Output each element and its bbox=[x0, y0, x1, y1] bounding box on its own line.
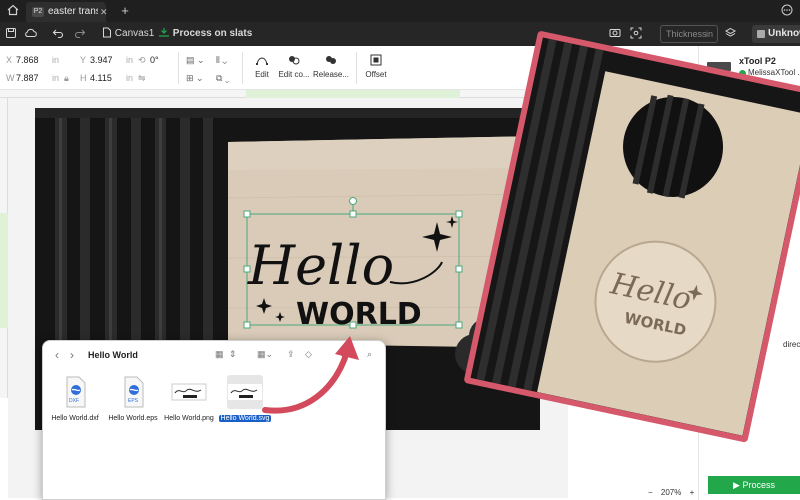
height-input[interactable]: 4.115 bbox=[90, 73, 112, 83]
h-label: H bbox=[80, 73, 87, 83]
file-item-png[interactable]: Hello World.png bbox=[159, 375, 219, 423]
y-unit: in bbox=[126, 55, 134, 65]
curved-arrow-annotation bbox=[262, 336, 359, 414]
align-horizontal-icon[interactable]: ▤ ⌄ bbox=[186, 55, 205, 66]
close-tab-icon[interactable]: ✕ bbox=[100, 2, 108, 22]
h-unit: in bbox=[126, 73, 134, 83]
align-vertical-icon[interactable]: ⫴ ⌄ bbox=[216, 55, 227, 66]
distribute-icon[interactable]: ⊞ ⌄ bbox=[186, 73, 204, 84]
y-label: Y bbox=[80, 55, 87, 65]
view-options-icon[interactable]: ⇕ bbox=[229, 349, 241, 359]
edit-nodes-icon bbox=[256, 57, 268, 65]
lock-ratio-icon[interactable]: 🔒︎ bbox=[64, 73, 69, 84]
release-icon bbox=[326, 56, 336, 64]
release-button[interactable]: Release... bbox=[309, 54, 353, 79]
thickness-unit: in bbox=[705, 29, 713, 39]
tab-badge: P2 bbox=[32, 7, 44, 17]
offset-label: Offset bbox=[365, 70, 387, 79]
y-position-input[interactable]: 3.947 bbox=[90, 55, 113, 65]
tab-bar: P2 easter transf... ✕ + bbox=[0, 0, 800, 22]
edit-contour-label: Edit co... bbox=[278, 70, 310, 79]
contour-icon bbox=[289, 56, 300, 65]
x-label: X bbox=[6, 55, 13, 65]
process-on-slats-label: Process on slats bbox=[172, 28, 253, 39]
thickness-placeholder: Thickness bbox=[666, 29, 707, 39]
back-icon[interactable]: ‹ bbox=[55, 348, 59, 362]
thickness-input[interactable]: Thickness in bbox=[660, 25, 718, 43]
design-world-text: WORLD bbox=[296, 297, 422, 332]
save-icon[interactable] bbox=[5, 27, 17, 44]
view-grid-icon[interactable]: ▦ bbox=[215, 349, 227, 359]
x-unit: in bbox=[52, 55, 60, 65]
rotation-icon: ⟲ bbox=[138, 55, 146, 65]
camera-icon[interactable] bbox=[609, 27, 621, 43]
arrange-icon[interactable]: ⧉ ⌄ bbox=[216, 73, 229, 84]
width-input[interactable]: 7.887 bbox=[16, 73, 39, 83]
app-window: P2 easter transf... ✕ + Canvas1 Process … bbox=[0, 0, 800, 500]
device-status-icon bbox=[757, 30, 765, 38]
canvas-label: Canvas1 bbox=[114, 28, 155, 39]
home-icon[interactable] bbox=[6, 4, 20, 18]
device-label: Unknown bbox=[768, 28, 800, 39]
tab-title: easter transf... bbox=[48, 6, 98, 17]
rotate-handle[interactable] bbox=[349, 197, 357, 205]
offset-button[interactable]: Offset bbox=[354, 54, 398, 79]
w-label: W bbox=[6, 73, 15, 83]
more-options-icon[interactable] bbox=[780, 4, 794, 18]
search-icon[interactable]: ⌕ bbox=[367, 349, 379, 359]
device-connection-button[interactable]: Unknown bbox=[752, 25, 800, 43]
png-thumbnail bbox=[171, 375, 207, 409]
new-tab-button[interactable]: + bbox=[118, 4, 132, 18]
ruler-selection-highlight bbox=[0, 213, 8, 328]
dxf-badge: DXF bbox=[69, 398, 79, 404]
process-on-slats-toggle[interactable]: Process on slats bbox=[158, 27, 252, 41]
x-position-input[interactable]: 7.868 bbox=[16, 55, 39, 65]
cloud-icon[interactable] bbox=[24, 27, 38, 44]
file-item-eps[interactable]: EPS Hello World.eps bbox=[103, 375, 163, 423]
file-name: Hello World.png bbox=[164, 415, 214, 422]
eps-badge: EPS bbox=[128, 398, 139, 404]
file-item-dxf[interactable]: DXF Hello World.dxf bbox=[45, 375, 105, 423]
main-toolbar: Canvas1 Process on slats Thickness in Un… bbox=[0, 22, 800, 46]
divider bbox=[178, 52, 179, 84]
edit-label: Edit bbox=[255, 70, 269, 79]
canvas-selector[interactable]: Canvas1 bbox=[102, 27, 154, 41]
flip-icon[interactable]: ⇋ bbox=[138, 73, 146, 84]
ruler-selection-highlight bbox=[246, 90, 460, 98]
focus-icon[interactable] bbox=[630, 27, 642, 44]
finder-title: Hello World bbox=[88, 350, 138, 360]
offset-icon bbox=[370, 54, 382, 66]
undo-icon[interactable] bbox=[52, 27, 64, 44]
redo-icon[interactable] bbox=[74, 27, 86, 44]
forward-icon[interactable]: › bbox=[70, 348, 74, 362]
w-unit: in bbox=[52, 73, 60, 83]
file-name: Hello World.dxf bbox=[51, 415, 99, 422]
design-hello-text: Hello bbox=[247, 234, 394, 297]
eps-file-icon: EPS bbox=[116, 375, 150, 409]
device-settings-icon[interactable] bbox=[724, 27, 737, 44]
tab-document[interactable]: P2 easter transf... ✕ bbox=[26, 2, 108, 22]
device-name: xTool P2 bbox=[739, 56, 776, 66]
horizontal-ruler bbox=[0, 90, 560, 98]
hello-world-design[interactable]: Hello WORLD bbox=[240, 192, 470, 332]
rotation-input[interactable]: 0° bbox=[150, 55, 159, 65]
file-name: Hello World.eps bbox=[108, 415, 158, 422]
dxf-file-icon: DXF bbox=[58, 375, 92, 409]
vertical-ruler bbox=[0, 98, 8, 398]
release-label: Release... bbox=[312, 70, 350, 79]
